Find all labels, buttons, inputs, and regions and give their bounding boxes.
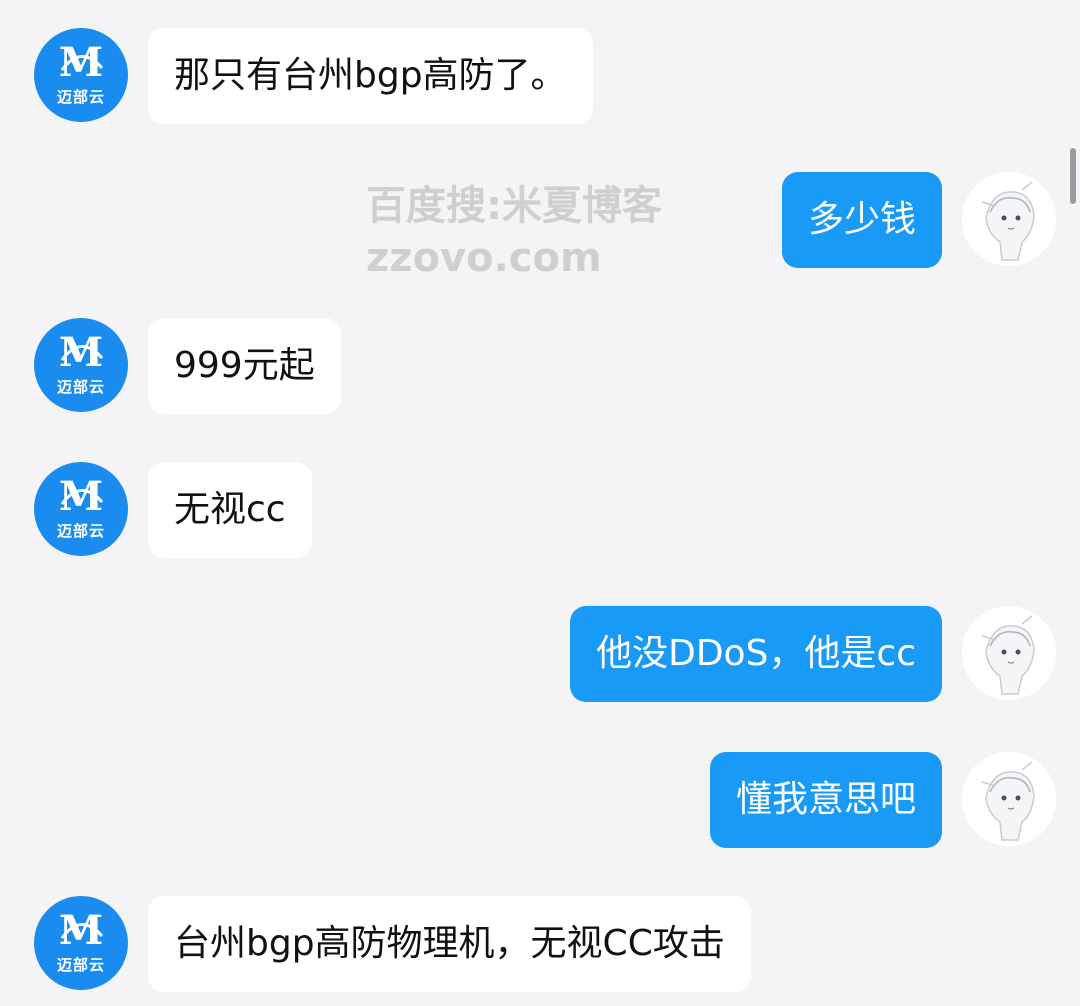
user-avatar[interactable] bbox=[962, 172, 1056, 266]
user-avatar[interactable] bbox=[962, 752, 1056, 846]
message-bubble-incoming[interactable]: 999元起 bbox=[148, 318, 341, 414]
brand-logo-icon: M bbox=[59, 329, 103, 376]
message-bubble-outgoing[interactable]: 多少钱 bbox=[781, 172, 942, 268]
message-text: 懂我意思吧 bbox=[735, 779, 916, 820]
user-avatar[interactable] bbox=[962, 606, 1056, 700]
watermark: 百度搜:米夏博客 zzovo.com bbox=[366, 180, 662, 284]
message-text: 他没DDoS，他是cc bbox=[596, 633, 916, 674]
brand-logo-icon: M bbox=[59, 39, 103, 86]
watermark-line-1: 百度搜:米夏博客 bbox=[366, 183, 662, 229]
brand-logo-icon: M bbox=[59, 907, 103, 954]
logo-caption: 迈部云 bbox=[56, 956, 105, 974]
anime-girl-avatar-icon bbox=[962, 172, 1056, 266]
message-bubble-outgoing[interactable]: 他没DDoS，他是cc bbox=[570, 606, 942, 702]
contact-avatar[interactable]: M 迈部云 bbox=[34, 462, 128, 556]
message-bubble-outgoing[interactable]: 懂我意思吧 bbox=[709, 752, 942, 848]
brand-logo-icon: M bbox=[59, 473, 103, 520]
logo-caption: 迈部云 bbox=[56, 522, 105, 540]
contact-avatar[interactable]: M 迈部云 bbox=[34, 318, 128, 412]
message-text: 多少钱 bbox=[807, 199, 916, 240]
contact-avatar[interactable]: M 迈部云 bbox=[34, 28, 128, 122]
scrollbar-thumb[interactable] bbox=[1070, 148, 1076, 204]
message-text: 999元起 bbox=[174, 345, 315, 386]
anime-girl-avatar-icon bbox=[962, 606, 1056, 700]
message-text: 无视cc bbox=[174, 489, 286, 530]
watermark-line-2: zzovo.com bbox=[366, 235, 602, 281]
contact-avatar[interactable]: M 迈部云 bbox=[34, 896, 128, 990]
message-bubble-incoming[interactable]: 台州bgp高防物理机，无视CC攻击 bbox=[148, 896, 751, 992]
chat-thread[interactable]: 百度搜:米夏博客 zzovo.com M 迈部云 那只有台州bgp高防了。 多少… bbox=[0, 0, 1080, 1006]
message-bubble-incoming[interactable]: 那只有台州bgp高防了。 bbox=[148, 28, 593, 124]
anime-girl-avatar-icon bbox=[962, 752, 1056, 846]
message-text: 那只有台州bgp高防了。 bbox=[174, 55, 567, 96]
message-text: 台州bgp高防物理机，无视CC攻击 bbox=[174, 923, 725, 964]
logo-caption: 迈部云 bbox=[56, 88, 105, 106]
logo-caption: 迈部云 bbox=[56, 378, 105, 396]
message-bubble-incoming[interactable]: 无视cc bbox=[148, 462, 312, 558]
